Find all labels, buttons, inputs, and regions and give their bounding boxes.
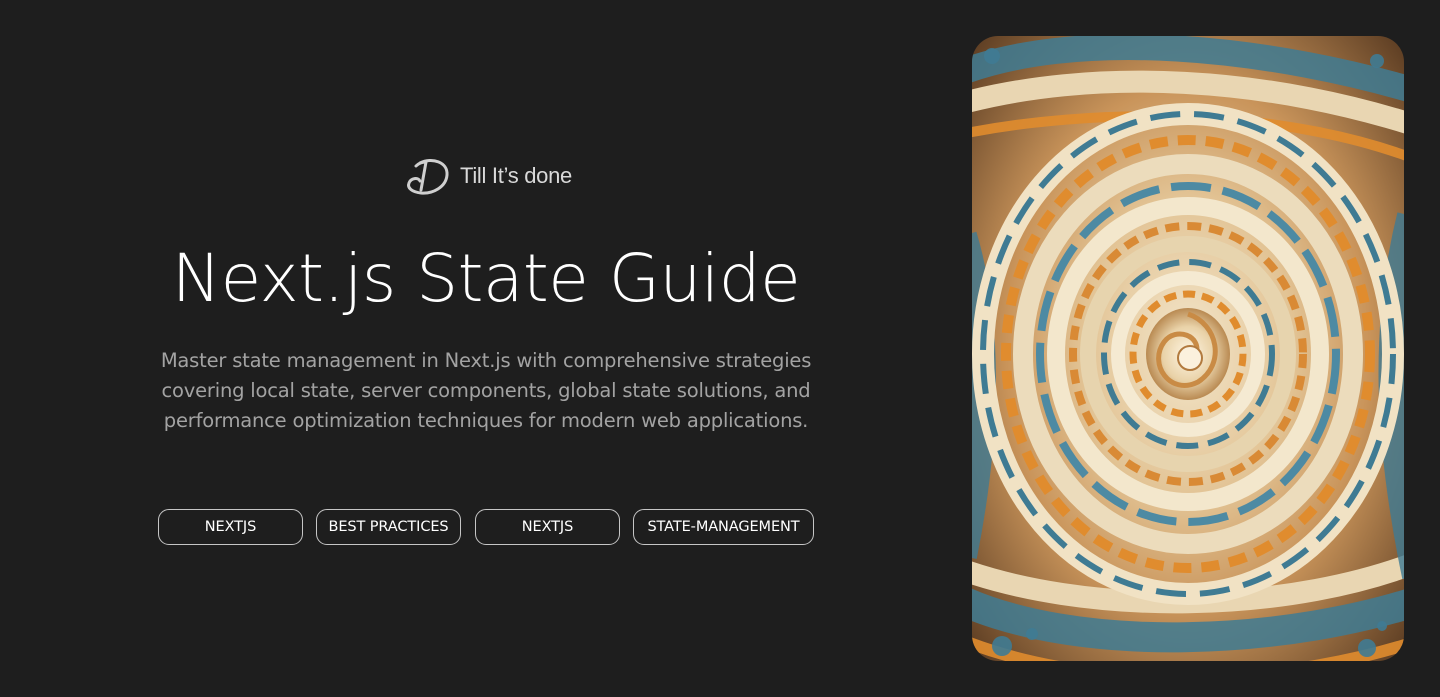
brand-name: Till It’s done — [460, 163, 572, 188]
tag-state-management[interactable]: STATE-MANAGEMENT — [633, 509, 814, 545]
cover-image — [972, 36, 1404, 661]
page-description: Master state management in Next.js with … — [160, 349, 812, 432]
tag-best-practices[interactable]: BEST PRACTICES — [316, 509, 461, 545]
d-monogram-logo-icon — [407, 159, 449, 195]
page-title: Next.js State Guide — [171, 240, 801, 317]
tag-list: NEXTJS BEST PRACTICES NEXTJS STATE-MANAG… — [0, 509, 972, 547]
tag-nextjs-2[interactable]: NEXTJS — [475, 509, 620, 545]
hero-text-column: Till It’s done Next.js State Guide Maste… — [0, 0, 972, 697]
brand[interactable]: Till It’s done — [404, 154, 572, 198]
article-hero-page: Till It’s done Next.js State Guide Maste… — [0, 0, 1440, 697]
abstract-swirl-artwork — [972, 36, 1404, 661]
tag-nextjs[interactable]: NEXTJS — [158, 509, 303, 545]
